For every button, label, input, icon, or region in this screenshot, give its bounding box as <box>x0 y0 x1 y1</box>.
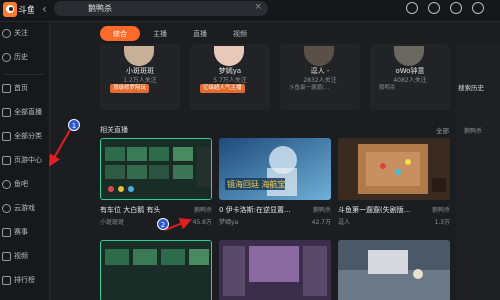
annotation-marker-1: 1 <box>68 119 80 131</box>
annotation-arrows <box>49 129 192 231</box>
annotation-marker-2: 2 <box>157 218 169 230</box>
